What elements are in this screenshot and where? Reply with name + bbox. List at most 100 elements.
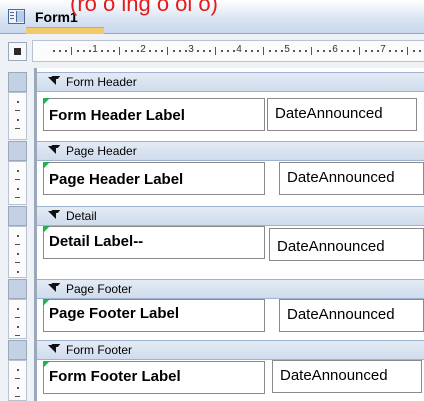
- ruler-tick: [389, 50, 391, 52]
- ruler-tick: [137, 50, 139, 52]
- ruler-number: 1: [92, 44, 98, 55]
- ruler-tick: [17, 326, 19, 328]
- label-text: Form Header Label: [49, 107, 185, 124]
- date-announced-field[interactable]: DateAnnounced: [272, 360, 422, 393]
- section-body-page-header[interactable]: Page Header Label DateAnnounced: [37, 161, 424, 206]
- ruler-tick: [17, 188, 19, 190]
- ruler-tick: [155, 50, 157, 52]
- section-selector[interactable]: [8, 206, 27, 226]
- field-text: DateAnnounced: [280, 367, 388, 384]
- ruler-tick: [245, 50, 247, 52]
- title-tab-accent: [26, 27, 104, 34]
- ruler-tick: [329, 50, 331, 52]
- ruler-tick: [395, 50, 397, 52]
- ruler-tick: [293, 50, 295, 52]
- ruler-number: 2: [140, 44, 146, 55]
- ruler-tick: [77, 50, 79, 52]
- field-text: DateAnnounced: [275, 105, 383, 122]
- date-announced-field[interactable]: DateAnnounced: [279, 162, 424, 195]
- section-body-detail[interactable]: Detail Label-- DateAnnounced: [37, 226, 424, 279]
- vertical-ruler[interactable]: [0, 68, 34, 401]
- section-selector[interactable]: [8, 340, 27, 360]
- ruler-tick: [197, 50, 199, 52]
- ruler-number: 3: [188, 44, 194, 55]
- label-text: Page Header Label: [49, 171, 184, 188]
- ruler-tick: [161, 50, 163, 52]
- section-title: Page Header: [66, 144, 137, 158]
- vertical-ruler-segment: [8, 92, 27, 140]
- ruler-tick: [419, 50, 421, 52]
- ruler-tick: [17, 119, 19, 121]
- ruler-tick: [17, 235, 19, 237]
- section-arrow-icon: [48, 76, 60, 88]
- ruler-tick: [17, 387, 19, 389]
- ruler-tick: [17, 170, 19, 172]
- ruler-tick: [305, 50, 307, 52]
- ruler-tick: [251, 50, 253, 52]
- ruler-half-tick: [311, 47, 312, 55]
- form-header-label[interactable]: Form Header Label: [43, 98, 265, 131]
- ruler-tick: [377, 50, 379, 52]
- ruler-half-tick: [407, 47, 408, 55]
- section-title: Form Header: [66, 75, 137, 89]
- page-footer-label[interactable]: Page Footer Label: [43, 299, 265, 332]
- section-title: Detail: [66, 209, 97, 223]
- section-selector[interactable]: [8, 279, 27, 299]
- ruler-tick: [221, 50, 223, 52]
- section-bar-form-footer[interactable]: Form Footer: [37, 340, 424, 360]
- ruler-tick: [15, 110, 20, 111]
- ruler-tick: [17, 253, 19, 255]
- ruler-tick: [353, 50, 355, 52]
- ruler-tick: [227, 50, 229, 52]
- ruler-tick: [299, 50, 301, 52]
- ruler-tick: [317, 50, 319, 52]
- ruler-tick: [131, 50, 133, 52]
- horizontal-ruler[interactable]: 1 2 3 4 5 6 7: [32, 40, 424, 62]
- section-selector[interactable]: [8, 141, 27, 161]
- date-announced-field[interactable]: DateAnnounced: [267, 98, 417, 131]
- ruler-tick: [15, 378, 20, 379]
- vertical-ruler-segment: [8, 299, 27, 339]
- section-bar-detail[interactable]: Detail: [37, 206, 424, 226]
- ruler-tick: [65, 50, 67, 52]
- ruler-tick: [233, 50, 235, 52]
- ruler-half-tick: [119, 47, 120, 55]
- detail-label[interactable]: Detail Label--: [43, 226, 265, 259]
- vertical-ruler-segment: [8, 226, 27, 278]
- section-body-page-footer[interactable]: Page Footer Label DateAnnounced: [37, 299, 424, 340]
- ruler-tick: [413, 50, 415, 52]
- form-footer-label[interactable]: Form Footer Label: [43, 361, 265, 394]
- ruler-tick: [17, 271, 19, 273]
- form-selector-button[interactable]: [8, 42, 27, 61]
- section-bar-form-header[interactable]: Form Header: [37, 72, 424, 92]
- section-body-form-footer[interactable]: Form Footer Label DateAnnounced: [37, 360, 424, 401]
- ruler-tick: [323, 50, 325, 52]
- section-body-form-header[interactable]: Form Header Label DateAnnounced: [37, 92, 424, 140]
- field-text: DateAnnounced: [287, 169, 395, 186]
- page-header-label[interactable]: Page Header Label: [43, 162, 265, 195]
- ruler-half-tick: [71, 47, 72, 55]
- ruler-half-tick: [263, 47, 264, 55]
- ruler-tick: [257, 50, 259, 52]
- ruler-tick: [17, 369, 19, 371]
- ruler-tick: [53, 50, 55, 52]
- ruler-tick: [107, 50, 109, 52]
- label-text: Detail Label--: [49, 233, 144, 250]
- section-bar-page-header[interactable]: Page Header: [37, 141, 424, 161]
- ruler-tick: [15, 396, 20, 397]
- date-announced-field[interactable]: DateAnnounced: [269, 228, 424, 261]
- ruler-tick: [15, 197, 20, 198]
- date-announced-field[interactable]: DateAnnounced: [279, 299, 424, 332]
- vertical-ruler-segment: [8, 360, 27, 401]
- ruler-tick: [365, 50, 367, 52]
- section-arrow-icon: [48, 283, 60, 295]
- ruler-tick: [17, 101, 19, 103]
- ruler-half-tick: [215, 47, 216, 55]
- section-bar-page-footer[interactable]: Page Footer: [37, 279, 424, 299]
- ruler-number: 7: [380, 44, 386, 55]
- ruler-tick: [203, 50, 205, 52]
- section-selector[interactable]: [8, 72, 27, 92]
- section-arrow-icon: [48, 145, 60, 157]
- ruler-tick: [371, 50, 373, 52]
- ruler-tick: [341, 50, 343, 52]
